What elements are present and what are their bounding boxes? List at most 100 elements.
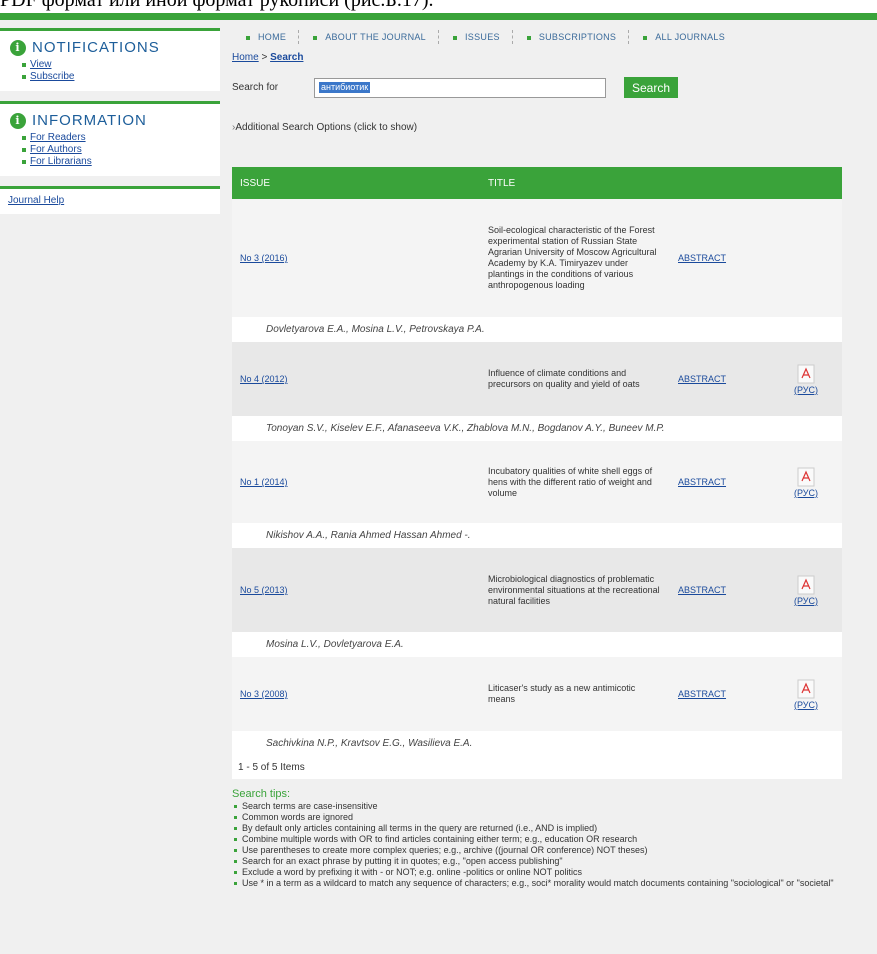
view-link[interactable]: View bbox=[30, 59, 52, 70]
tip-item: By default only articles containing all … bbox=[234, 823, 842, 834]
authors-row: Nikishov A.A., Rania Ahmed Hassan Ahmed … bbox=[232, 523, 842, 548]
journal-help-link[interactable]: Journal Help bbox=[8, 195, 64, 206]
info-icon: i bbox=[10, 112, 26, 129]
article-title: Incubatory qualities of white shell eggs… bbox=[480, 441, 670, 523]
pdf-label: (РУС) bbox=[793, 487, 819, 498]
issue-link[interactable]: No 1 (2014) bbox=[240, 477, 288, 487]
for-authors-link[interactable]: For Authors bbox=[30, 144, 82, 155]
pdf-download-link[interactable]: (РУС) bbox=[794, 364, 818, 395]
notifications-block: i NOTIFICATIONS View Subscribe bbox=[0, 28, 220, 91]
galley-column-header bbox=[770, 167, 842, 199]
search-tips: Search tips: Search terms are case-insen… bbox=[232, 789, 842, 889]
breadcrumb-home[interactable]: Home bbox=[232, 52, 259, 63]
tip-item: Common words are ignored bbox=[234, 812, 842, 823]
pdf-icon bbox=[797, 575, 815, 594]
for-librarians-link[interactable]: For Librarians bbox=[30, 156, 92, 167]
additional-options-toggle[interactable]: Additional Search Options (click to show… bbox=[232, 122, 842, 133]
article-title: Microbiological diagnostics of problemat… bbox=[480, 548, 670, 632]
pdf-download-link[interactable]: (РУС) bbox=[794, 575, 818, 606]
abstract-link[interactable]: ABSTRACT bbox=[678, 585, 726, 595]
search-row: Search for антибиотик Search bbox=[232, 77, 842, 98]
sidebar-item-librarians: For Librarians bbox=[22, 156, 210, 168]
pdf-label: (РУС) bbox=[793, 384, 819, 395]
authors-row: Tonoyan S.V., Kiselev E.F., Afanaseeva V… bbox=[232, 416, 842, 441]
pdf-icon bbox=[797, 679, 815, 698]
search-label: Search for bbox=[232, 82, 279, 93]
tip-item: Search for an exact phrase by putting it… bbox=[234, 856, 842, 867]
pdf-label: (РУС) bbox=[793, 699, 819, 710]
authors-text: Tonoyan S.V., Kiselev E.F., Afanaseeva V… bbox=[232, 416, 842, 441]
issue-link[interactable]: No 3 (2016) bbox=[240, 253, 288, 263]
article-title: Soil-ecological characteristic of the Fo… bbox=[480, 199, 670, 317]
article-title: Liticaser's study as a new antimicotic m… bbox=[480, 657, 670, 731]
search-button[interactable]: Search bbox=[624, 77, 679, 98]
sidebar-item-view: View bbox=[22, 59, 210, 71]
information-label: INFORMATION bbox=[32, 112, 147, 129]
table-header-row: ISSUE TITLE bbox=[232, 167, 842, 199]
search-input-value: антибиотик bbox=[319, 82, 371, 93]
notifications-title: i NOTIFICATIONS bbox=[10, 39, 210, 56]
pdf-label: (РУС) bbox=[793, 595, 819, 606]
breadcrumb: Home > Search bbox=[232, 52, 842, 63]
table-row: No 4 (2012) Influence of climate conditi… bbox=[232, 342, 842, 416]
breadcrumb-current[interactable]: Search bbox=[270, 52, 303, 63]
caption-strip: PDF формат или иной формат рукописи (рис… bbox=[0, 0, 877, 13]
sidebar-item-subscribe: Subscribe bbox=[22, 71, 210, 83]
search-tips-title: Search tips: bbox=[232, 788, 291, 800]
header-bar bbox=[0, 13, 877, 20]
pdf-download-link[interactable]: (РУС) bbox=[794, 467, 818, 498]
information-title: i INFORMATION bbox=[10, 112, 210, 129]
table-row: No 3 (2008) Liticaser's study as a new a… bbox=[232, 657, 842, 731]
tip-item: Combine multiple words with OR to find a… bbox=[234, 834, 842, 845]
table-row: No 1 (2014) Incubatory qualities of whit… bbox=[232, 441, 842, 523]
nav-subscriptions[interactable]: SUBSCRIPTIONS bbox=[513, 32, 628, 42]
results-count-row: 1 - 5 of 5 Items bbox=[232, 756, 842, 779]
results-count: 1 - 5 of 5 Items bbox=[232, 756, 842, 779]
for-readers-link[interactable]: For Readers bbox=[30, 132, 86, 143]
authors-text: Sachivkina N.P., Kravtsov E.G., Wasiliev… bbox=[232, 731, 842, 756]
search-input[interactable]: антибиотик bbox=[314, 77, 606, 98]
nav-home[interactable]: HOME bbox=[232, 32, 298, 42]
tip-item: Use * in a term as a wildcard to match a… bbox=[234, 878, 842, 889]
authors-row: Mosina L.V., Dovletyarova E.A. bbox=[232, 632, 842, 657]
pdf-icon bbox=[797, 364, 815, 383]
results-table: ISSUE TITLE No 3 (2016) Soil-ecological … bbox=[232, 167, 842, 779]
title-column-header: TITLE bbox=[480, 167, 670, 199]
table-row: No 3 (2016) Soil-ecological characterist… bbox=[232, 199, 842, 317]
issue-column-header: ISSUE bbox=[232, 167, 480, 199]
authors-row: Dovletyarova E.A., Mosina L.V., Petrovsk… bbox=[232, 317, 842, 342]
sidebar-item-authors: For Authors bbox=[22, 144, 210, 156]
authors-text: Nikishov A.A., Rania Ahmed Hassan Ahmed … bbox=[232, 523, 842, 548]
info-icon: i bbox=[10, 39, 26, 56]
issue-link[interactable]: No 3 (2008) bbox=[240, 689, 288, 699]
main-content: HOME ABOUT THE JOURNAL ISSUES SUBSCRIPTI… bbox=[232, 28, 842, 889]
subscribe-link[interactable]: Subscribe bbox=[30, 71, 74, 82]
abstract-link[interactable]: ABSTRACT bbox=[678, 689, 726, 699]
caption-text: PDF формат или иной формат рукописи (рис… bbox=[0, 0, 434, 11]
sidebar-item-readers: For Readers bbox=[22, 132, 210, 144]
nav-all-journals[interactable]: ALL JOURNALS bbox=[629, 32, 737, 42]
issue-link[interactable]: No 5 (2013) bbox=[240, 585, 288, 595]
tip-item: Search terms are case-insensitive bbox=[234, 801, 842, 812]
pdf-icon bbox=[797, 467, 815, 486]
abstract-link[interactable]: ABSTRACT bbox=[678, 374, 726, 384]
breadcrumb-separator: > bbox=[258, 52, 271, 63]
authors-text: Dovletyarova E.A., Mosina L.V., Petrovsk… bbox=[232, 317, 842, 342]
issue-link[interactable]: No 4 (2012) bbox=[240, 374, 288, 384]
help-block: Journal Help bbox=[0, 186, 220, 214]
top-nav: HOME ABOUT THE JOURNAL ISSUES SUBSCRIPTI… bbox=[232, 28, 842, 46]
pdf-download-link[interactable]: (РУС) bbox=[794, 679, 818, 710]
tip-item: Exclude a word by prefixing it with - or… bbox=[234, 867, 842, 878]
authors-row: Sachivkina N.P., Kravtsov E.G., Wasiliev… bbox=[232, 731, 842, 756]
abstract-link[interactable]: ABSTRACT bbox=[678, 253, 726, 263]
authors-text: Mosina L.V., Dovletyarova E.A. bbox=[232, 632, 842, 657]
notifications-label: NOTIFICATIONS bbox=[32, 39, 160, 56]
nav-issues[interactable]: ISSUES bbox=[439, 32, 512, 42]
nav-about[interactable]: ABOUT THE JOURNAL bbox=[299, 32, 438, 42]
sidebar: i NOTIFICATIONS View Subscribe i INFORMA… bbox=[0, 28, 220, 214]
table-row: No 5 (2013) Microbiological diagnostics … bbox=[232, 548, 842, 632]
abstract-column-header bbox=[670, 167, 770, 199]
abstract-link[interactable]: ABSTRACT bbox=[678, 477, 726, 487]
tip-item: Use parentheses to create more complex q… bbox=[234, 845, 842, 856]
information-block: i INFORMATION For Readers For Authors Fo… bbox=[0, 101, 220, 176]
